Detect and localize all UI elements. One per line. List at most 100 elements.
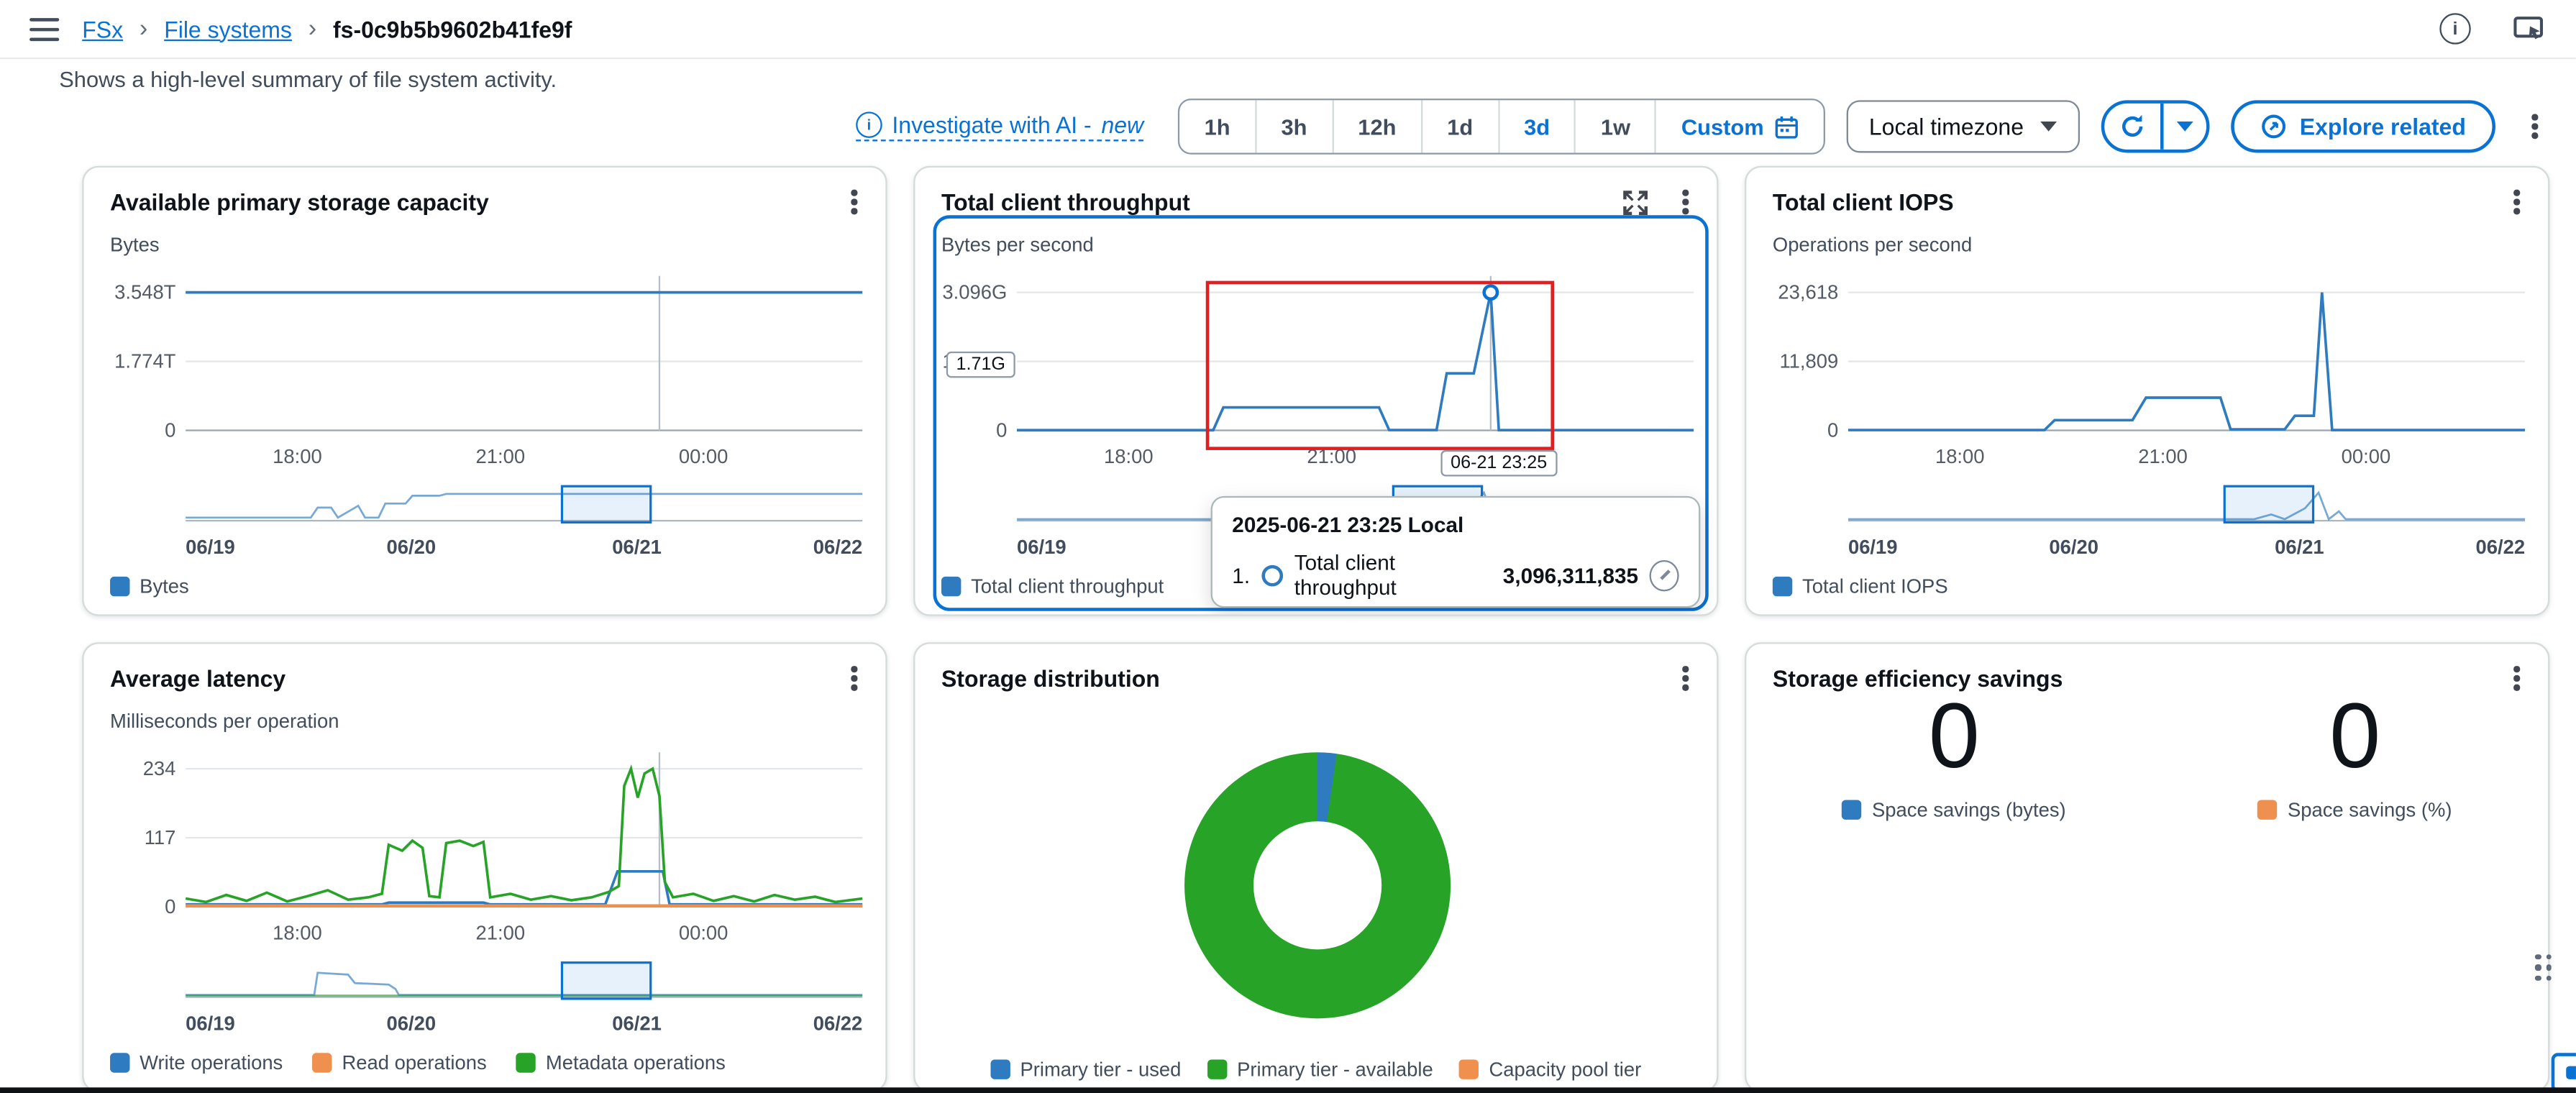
card-storage-distribution: Storage distribution Primary tier - used…	[913, 642, 1718, 1092]
chart-legend: Bytes	[110, 575, 189, 598]
legend-swatch	[516, 1053, 536, 1072]
svg-text:234: 234	[143, 757, 176, 779]
hover-y-value-chip: 1.71G	[946, 352, 1015, 378]
legend-item[interactable]: Bytes	[110, 575, 189, 598]
card-title: Average latency	[110, 665, 286, 692]
breadcrumb-fsx[interactable]: FSx	[82, 16, 123, 42]
expand-icon[interactable]	[1623, 190, 1648, 214]
top-navigation: FSx › File systems › fs-0c9b5b9602b41fe9…	[0, 0, 2576, 59]
card-title: Storage distribution	[941, 665, 1160, 692]
card-menu-button[interactable]	[1668, 660, 1704, 696]
series-marker-icon	[1261, 564, 1283, 586]
legend-item[interactable]: Capacity pool tier	[1459, 1058, 1641, 1081]
card-menu-button[interactable]	[836, 184, 872, 220]
capacity-brush[interactable]: 06/1906/2006/2106/22	[110, 483, 862, 559]
svg-text:0: 0	[165, 895, 175, 918]
card-menu-button[interactable]	[2499, 184, 2535, 220]
legend-item[interactable]: Read operations	[312, 1051, 486, 1074]
screen-share-icon[interactable]	[2513, 16, 2547, 42]
chart-tooltip: 2025-06-21 23:25 Local 1. Total client t…	[1211, 496, 1701, 608]
board-drag-handle-icon[interactable]	[2531, 949, 2554, 985]
timezone-select[interactable]: Local timezone	[1846, 100, 2080, 152]
card-menu-button[interactable]	[2499, 660, 2535, 696]
legend-swatch	[110, 577, 129, 596]
range-button-custom[interactable]: Custom	[1655, 100, 1823, 152]
legend-item[interactable]: Primary tier - available	[1207, 1058, 1433, 1081]
iops-brush[interactable]: 06/1906/2006/2106/22	[1773, 483, 2525, 559]
svg-text:0: 0	[165, 419, 175, 442]
legend-item[interactable]: Total client throughput	[941, 575, 1164, 598]
capacity-chart[interactable]: 3.548T1.774T018:0021:0000:00	[110, 260, 862, 480]
legend-item[interactable]: Write operations	[110, 1051, 283, 1074]
storage-distribution-donut[interactable]	[1184, 752, 1451, 1018]
breadcrumb-separator-icon: ›	[309, 15, 316, 43]
legend-item[interactable]: Total client IOPS	[1773, 575, 1948, 598]
card-title: Total client throughput	[941, 189, 1190, 216]
svg-text:0: 0	[1827, 419, 1838, 442]
svg-text:06/19: 06/19	[186, 1012, 235, 1034]
iops-chart[interactable]: 23,61811,809018:0021:0000:00	[1773, 260, 2525, 480]
page-subtitle: Shows a high-level summary of file syste…	[59, 68, 2576, 94]
latency-brush[interactable]: 06/1906/2006/2106/22	[110, 959, 862, 1035]
hover-x-value-chip: 06-21 23:25	[1440, 450, 1557, 477]
chart-legend: Total client IOPS	[1773, 575, 1948, 598]
svg-text:06/21: 06/21	[2275, 536, 2324, 558]
svg-text:1.774T: 1.774T	[114, 350, 176, 372]
card-title: Available primary storage capacity	[110, 189, 489, 216]
breadcrumb: FSx › File systems › fs-0c9b5b9602b41fe9…	[82, 15, 572, 43]
legend-swatch	[1773, 577, 1792, 596]
tooltip-title: 2025-06-21 23:25 Local	[1232, 513, 1678, 537]
card-menu-button[interactable]	[1668, 184, 1704, 220]
legend-swatch	[1842, 800, 1862, 820]
dashboard-toolbar: i Investigate with AI - new 1h 3h 12h 1d…	[0, 99, 2576, 155]
refresh-icon	[2119, 114, 2146, 140]
card-title: Total client IOPS	[1773, 189, 1954, 216]
card-available-primary-storage-capacity: Available primary storage capacity Bytes…	[82, 166, 887, 616]
range-button-3d[interactable]: 3d	[1498, 100, 1575, 152]
screen-edge-strip	[0, 1087, 2576, 1093]
info-icon: i	[856, 111, 882, 138]
explore-related-button[interactable]: Explore related	[2231, 100, 2495, 152]
svg-text:0: 0	[996, 419, 1007, 442]
svg-text:00:00: 00:00	[2342, 445, 2391, 467]
tooltip-series-label: Total client throughput	[1294, 550, 1488, 600]
toolbar-menu-button[interactable]	[2517, 109, 2553, 145]
refresh-button[interactable]	[2104, 104, 2160, 150]
throughput-chart[interactable]: 3.096G1.548G018:0021:00	[941, 260, 1694, 480]
refresh-split-button	[2101, 100, 2209, 152]
space-savings-percent-value: 0	[2329, 690, 2380, 782]
info-icon[interactable]: i	[2439, 13, 2470, 44]
investigate-with-ai-link[interactable]: i Investigate with AI - new	[856, 111, 1143, 141]
range-button-1d[interactable]: 1d	[1421, 100, 1498, 152]
svg-text:06/22: 06/22	[813, 536, 863, 558]
tooltip-pin-icon[interactable]	[1650, 559, 1679, 590]
card-storage-efficiency-savings: Storage efficiency savings 0 Space savin…	[1745, 642, 2549, 1092]
range-button-1w[interactable]: 1w	[1574, 100, 1655, 152]
range-button-12h[interactable]: 12h	[1332, 100, 1421, 152]
tooltip-index: 1.	[1232, 562, 1250, 587]
svg-text:18:00: 18:00	[1935, 445, 1985, 467]
latency-chart[interactable]: 234117018:0021:0000:00	[110, 736, 862, 956]
breadcrumb-file-systems[interactable]: File systems	[164, 16, 292, 42]
refresh-options-button[interactable]	[2160, 104, 2206, 150]
range-button-1h[interactable]: 1h	[1179, 100, 1255, 152]
space-savings-bytes-value: 0	[1929, 690, 1980, 782]
svg-text:18:00: 18:00	[273, 445, 322, 467]
card-total-client-throughput: Total client throughput Bytes per second…	[913, 166, 1718, 616]
legend-swatch	[941, 577, 961, 596]
legend-item[interactable]: Metadata operations	[516, 1051, 726, 1074]
card-menu-button[interactable]	[836, 660, 872, 696]
y-axis-unit-label: Operations per second	[1773, 233, 1972, 256]
svg-text:21:00: 21:00	[475, 922, 525, 944]
card-total-client-iops: Total client IOPS Operations per second …	[1745, 166, 2549, 616]
svg-text:117: 117	[145, 826, 176, 849]
svg-text:18:00: 18:00	[273, 922, 322, 944]
dashboard-grid: Available primary storage capacity Bytes…	[82, 166, 2549, 1092]
svg-text:00:00: 00:00	[679, 445, 729, 467]
range-button-3h[interactable]: 3h	[1255, 100, 1332, 152]
svg-text:06/21: 06/21	[612, 536, 662, 558]
tooltip-value: 3,096,311,835	[1503, 562, 1638, 587]
legend-item[interactable]: Primary tier - used	[990, 1058, 1181, 1081]
hamburger-menu-icon[interactable]	[29, 17, 59, 40]
chart-legend: Write operations Read operations Metadata …	[110, 1051, 726, 1074]
